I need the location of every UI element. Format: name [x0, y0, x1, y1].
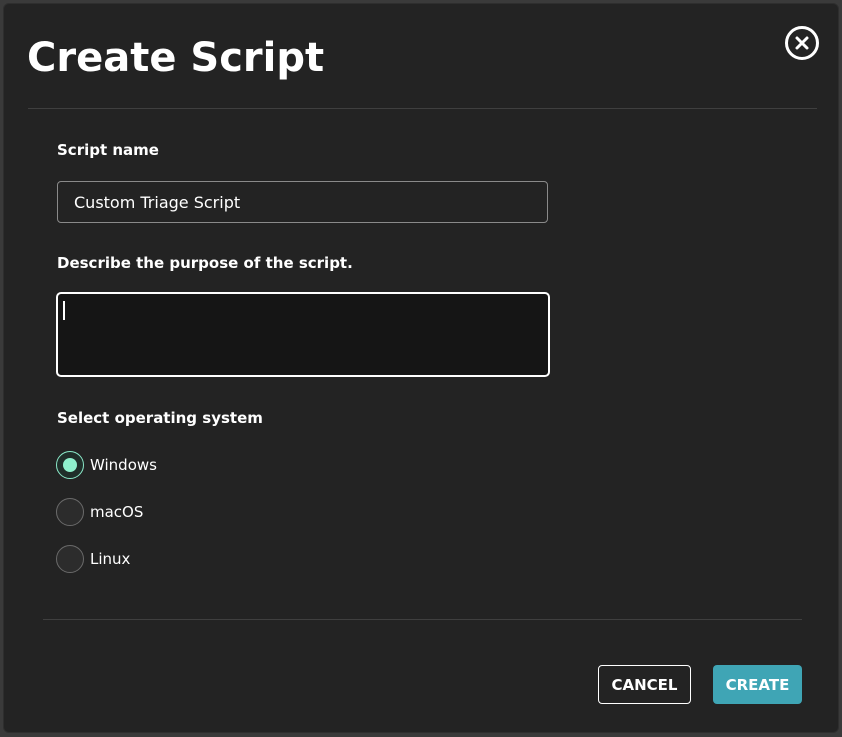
- script-name-input[interactable]: [57, 181, 548, 223]
- os-option-label: macOS: [90, 503, 144, 521]
- purpose-label: Describe the purpose of the script.: [57, 254, 353, 272]
- close-icon: [795, 36, 809, 50]
- close-button[interactable]: [785, 26, 819, 60]
- radio-windows[interactable]: [56, 451, 84, 479]
- script-name-label: Script name: [57, 141, 159, 159]
- cancel-button[interactable]: CANCEL: [598, 665, 691, 704]
- radio-linux[interactable]: [56, 545, 84, 573]
- header-divider: [28, 108, 817, 109]
- os-option-label: Windows: [90, 456, 157, 474]
- os-option-label: Linux: [90, 550, 131, 568]
- os-label: Select operating system: [57, 409, 263, 427]
- create-script-dialog: Create Script Script name Describe the p…: [3, 3, 839, 733]
- footer-divider: [43, 619, 802, 620]
- radio-selected-dot: [63, 458, 77, 472]
- radio-macos[interactable]: [56, 498, 84, 526]
- dialog-title: Create Script: [27, 35, 325, 81]
- create-button[interactable]: CREATE: [713, 665, 802, 704]
- os-option-windows[interactable]: Windows: [56, 451, 157, 479]
- os-option-macos[interactable]: macOS: [56, 498, 143, 526]
- os-option-linux[interactable]: Linux: [56, 545, 130, 573]
- purpose-textarea[interactable]: [56, 292, 550, 377]
- text-caret: [63, 301, 65, 320]
